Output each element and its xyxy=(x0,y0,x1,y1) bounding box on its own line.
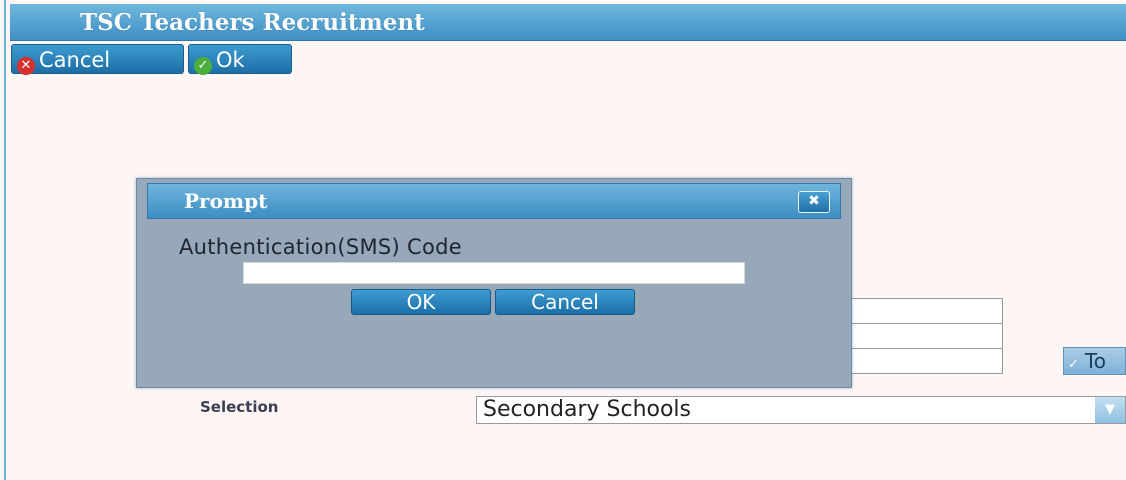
form-field-1[interactable] xyxy=(850,298,1003,324)
close-icon[interactable]: ✖ xyxy=(798,191,830,213)
window-title-bar: TSC Teachers Recruitment xyxy=(10,4,1126,41)
cancel-button-label: Cancel xyxy=(39,48,111,72)
x-circle-icon: ✕ xyxy=(17,57,35,75)
form-field-2[interactable] xyxy=(850,323,1003,349)
partial-button-label: To xyxy=(1084,349,1106,373)
dialog-header[interactable]: Prompt ✖ xyxy=(147,183,841,219)
dialog-title: Prompt xyxy=(184,189,268,213)
chevron-down-icon[interactable]: ▼ xyxy=(1095,397,1125,423)
ok-button-label: Ok xyxy=(216,48,245,72)
sms-code-label: Authentication(SMS) Code xyxy=(179,235,462,259)
page-left-border xyxy=(4,0,6,480)
selection-label: Selection xyxy=(200,398,279,416)
cancel-button[interactable]: ✕ Cancel xyxy=(11,44,184,75)
ok-button[interactable]: ✓ Ok xyxy=(188,44,292,75)
check-icon: ✓ xyxy=(1068,357,1079,372)
partial-button[interactable]: ✓ To xyxy=(1063,347,1126,375)
sms-code-input[interactable] xyxy=(243,262,745,284)
form-field-3[interactable] xyxy=(850,348,1003,374)
dialog-cancel-button[interactable]: Cancel xyxy=(495,289,635,315)
window-title: TSC Teachers Recruitment xyxy=(80,9,425,36)
prompt-dialog: Prompt ✖ Authentication(SMS) Code OK Can… xyxy=(136,178,852,388)
dialog-ok-button[interactable]: OK xyxy=(351,289,491,315)
selection-dropdown[interactable]: Secondary Schools ▼ xyxy=(476,396,1126,424)
selection-value: Secondary Schools xyxy=(483,397,692,422)
check-circle-icon: ✓ xyxy=(194,57,212,75)
